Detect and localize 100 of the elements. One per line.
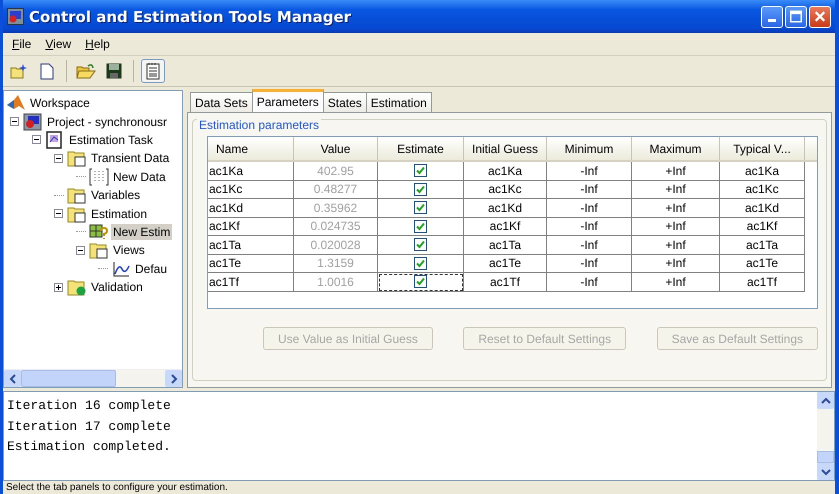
checkbox[interactable] [414,275,427,288]
expander-icon[interactable] [32,135,41,144]
table-cell: -Inf [547,162,632,180]
expander-icon[interactable] [76,246,85,255]
table-cell: +Inf [632,254,720,273]
table-cell: -Inf [547,273,632,292]
table-cell: ac1Tf [208,273,294,292]
table-cell: ac1Kf [720,218,805,236]
tree-item[interactable]: Estimation Task [67,132,155,148]
folder-icon [67,204,87,223]
table-cell: 0.35962 [294,199,378,218]
table-cell: -Inf [547,236,632,254]
table-cell: ac1Kc [464,180,547,199]
console-line: Estimation completed. [7,438,172,456]
tree-item[interactable]: Validation [89,279,145,296]
maximize-button[interactable] [785,6,807,28]
notepad-icon[interactable] [141,59,165,83]
menu-item[interactable]: File [5,37,38,51]
task-icon [45,130,65,149]
column-header[interactable]: Maximum [632,137,720,160]
tree-item[interactable]: New Estim [111,224,172,240]
table-cell: ac1Tf [720,273,805,292]
vertical-scrollbar[interactable] [817,392,834,480]
table-cell: ac1Kc [720,180,805,199]
close-button[interactable] [809,6,831,28]
expander-icon[interactable] [54,209,63,218]
checkbox[interactable] [414,182,427,196]
table-cell: ac1Kf [208,218,294,236]
tree-item[interactable]: Project - synchronousr [45,114,170,130]
table-cell: ac1Kc [208,180,294,199]
data-icon [89,168,109,186]
expander-icon[interactable] [10,117,19,126]
column-header[interactable]: Minimum [547,137,632,160]
table-cell: ac1Te [208,254,294,273]
checkbox[interactable] [414,256,427,270]
scroll-up-icon[interactable] [820,396,830,404]
matlab-logo-icon [6,94,26,112]
scroll-down-icon[interactable] [820,468,830,476]
scroll-right-icon[interactable] [170,374,178,384]
menu-item[interactable]: Help [78,37,117,51]
expander-icon[interactable] [54,282,63,292]
column-header[interactable]: Value [294,137,378,160]
column-header[interactable]: Initial Guess [464,137,547,160]
console-line: Iteration 16 complete [7,397,172,415]
tree-item[interactable]: Defau [133,260,170,277]
scroll-thumb[interactable] [21,370,116,387]
plot-icon [111,260,131,278]
tree-item[interactable]: Views [111,242,147,258]
tab[interactable]: Estimation [366,92,432,112]
group-title: Estimation parameters [197,118,322,132]
table-cell: 402.95 [294,162,378,180]
table-cell: +Inf [632,162,720,180]
minimize-icon [768,19,776,22]
checkbox[interactable] [414,201,427,214]
table-cell: ac1Te [720,254,805,273]
tab[interactable]: Data Sets [190,92,253,112]
table-cell: ac1Ta [208,236,294,254]
tab[interactable]: Parameters [252,89,324,112]
table-cell: ac1Kd [208,199,294,218]
folder-icon [67,186,87,204]
table-cell: ac1Ta [464,236,547,254]
column-header[interactable]: Name [208,137,294,160]
table-cell: ac1Kd [464,199,547,218]
table-cell: ac1Ka [720,162,805,180]
tree-item[interactable]: Transient Data [89,150,172,166]
checkbox[interactable] [414,238,427,252]
table-cell: -Inf [547,254,632,273]
table-cell: -Inf [547,180,632,199]
table-cell: +Inf [632,180,720,199]
folder-icon [89,241,109,260]
tree-item[interactable]: New Data [111,168,168,185]
table-cell: +Inf [632,236,720,254]
checkbox[interactable] [414,164,427,178]
table-cell: +Inf [632,199,720,218]
expander-icon[interactable] [54,154,63,163]
table-cell: ac1Ka [208,162,294,180]
table-cell: 0.020028 [294,236,378,254]
column-header[interactable]: Typical V... [720,137,805,160]
table-cell: +Inf [632,273,720,292]
project-icon [23,112,43,131]
table-cell: 1.3159 [294,254,378,273]
tree-item[interactable]: Workspace [28,95,92,112]
estimation-icon [89,222,109,241]
tab[interactable]: States [322,92,367,112]
minimize-button[interactable] [761,6,783,28]
table-cell: ac1Ta [720,236,805,254]
status-text: Select the tab panels to configure your estimation. [6,482,228,493]
scroll-thumb[interactable] [817,451,834,463]
folder-icon [67,278,87,296]
column-header[interactable]: Estimate [378,137,464,160]
horizontal-scrollbar[interactable] [4,369,182,387]
table-cell: ac1Ka [464,162,547,180]
tree-item[interactable]: Variables [89,187,142,204]
table-cell: 0.024735 [294,218,378,236]
checkbox[interactable] [414,220,427,233]
menu-item[interactable]: View [38,37,78,51]
table-cell: ac1Te [464,254,547,273]
table-cell: -Inf [547,199,632,218]
tree-item[interactable]: Estimation [89,206,150,222]
scroll-left-icon[interactable] [8,374,16,384]
